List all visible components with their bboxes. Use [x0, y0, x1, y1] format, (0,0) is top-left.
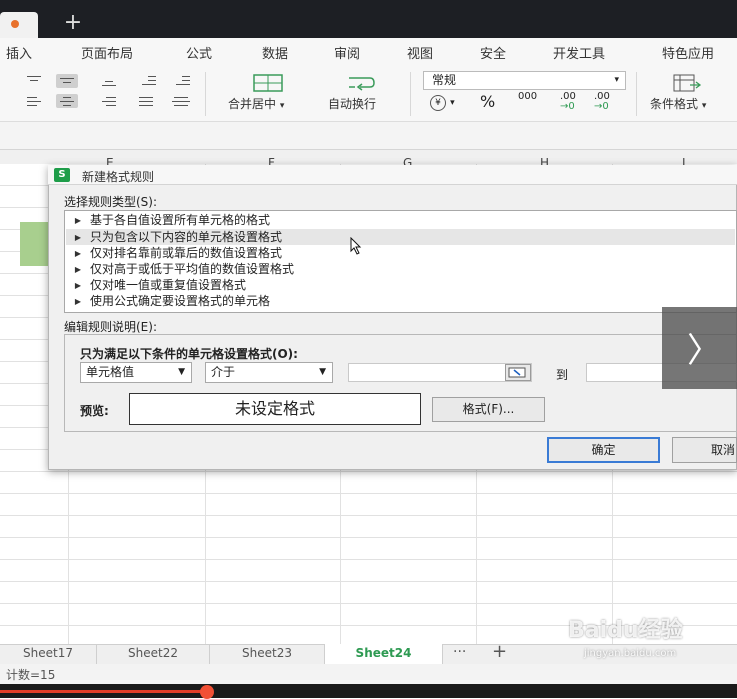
currency-button[interactable]: ¥ ▾ [430, 94, 464, 111]
currency-icon: ¥ [430, 95, 446, 111]
formula-bar[interactable] [0, 122, 737, 150]
bullet-arrow-icon: ▶ [74, 265, 82, 274]
new-tab-button[interactable]: + [60, 12, 86, 36]
video-progress-fill [0, 690, 208, 693]
menu-developer[interactable]: 开发工具 [553, 43, 605, 62]
condition-operator-dropdown[interactable]: 介于 ▼ [205, 362, 333, 383]
wrap-text-icon[interactable] [346, 74, 376, 92]
align-center-icon[interactable] [56, 94, 78, 108]
range-select-icon [508, 367, 526, 378]
status-count: 计数=15 [6, 668, 56, 682]
dropdown-arrow-icon: ▼ [178, 367, 185, 377]
rule-type-item[interactable]: ▶ 仅对唯一值或重复值设置格式 [66, 277, 735, 293]
sheet-tab-active[interactable]: Sheet24 [325, 644, 443, 664]
menu-data[interactable]: 数据 [262, 43, 288, 62]
rule-type-item-selected[interactable]: ▶ 只为包含以下内容的单元格设置格式 [66, 229, 735, 245]
menu-review[interactable]: 审阅 [334, 43, 360, 62]
more-sheets-button[interactable]: ··· [453, 644, 466, 660]
to-label: 到 [556, 368, 569, 382]
number-format-select[interactable]: 常规 ▾ [423, 71, 626, 90]
dropdown-arrow-icon: ▼ [319, 367, 326, 377]
dialog-title: 新建格式规则 [82, 170, 155, 184]
add-sheet-button[interactable]: + [492, 641, 507, 662]
video-progress-handle[interactable] [200, 685, 214, 699]
toolbar-divider [636, 72, 637, 116]
sheet-tab[interactable]: Sheet23 [210, 644, 325, 664]
align-left-icon[interactable] [23, 94, 45, 108]
align-middle-icon[interactable] [56, 74, 78, 88]
condition-field-dropdown[interactable]: 单元格值 ▼ [80, 362, 192, 383]
window-titlebar [0, 0, 737, 38]
bullet-arrow-icon: ▶ [74, 233, 82, 242]
sheet-tab[interactable]: Sheet22 [97, 644, 210, 664]
next-slide-button[interactable]: 〉 [662, 307, 737, 389]
edit-rule-label: 编辑规则说明(E): [64, 320, 157, 334]
bullet-arrow-icon: ▶ [74, 297, 82, 306]
baidu-watermark-logo: Baidu经验 [568, 618, 683, 643]
rule-type-item[interactable]: ▶ 基于各自值设置所有单元格的格式 [66, 212, 735, 228]
menu-view[interactable]: 视图 [407, 43, 433, 62]
wrap-text-button[interactable]: 自动换行 [328, 95, 376, 112]
indent-increase-icon[interactable] [172, 74, 194, 88]
toolbar-divider [410, 72, 411, 116]
format-preview: 未设定格式 [129, 393, 421, 425]
conditional-format-icon[interactable] [672, 74, 702, 92]
merge-center-icon[interactable] [253, 74, 283, 92]
percent-button[interactable]: % [480, 92, 495, 111]
toolbar-divider [205, 72, 206, 116]
mouse-cursor-icon [350, 236, 362, 255]
align-right-icon[interactable] [98, 94, 120, 108]
increase-decimal-button[interactable]: .00 →0 [560, 92, 576, 112]
rule-type-label: 选择规则类型(S): [64, 195, 158, 209]
sheet-tab[interactable]: Sheet17 [0, 644, 97, 664]
thousands-separator-button[interactable]: 000 [518, 92, 537, 102]
bullet-arrow-icon: ▶ [74, 216, 82, 225]
menu-formulas[interactable]: 公式 [186, 43, 212, 62]
baidu-watermark-url: jingyan.baidu.com [584, 648, 677, 659]
rule-type-item[interactable]: ▶ 使用公式确定要设置格式的单元格 [66, 293, 735, 309]
cancel-button[interactable]: 取消 [672, 437, 737, 463]
rule-type-item[interactable]: ▶ 仅对高于或低于平均值的数值设置格式 [66, 261, 735, 277]
bullet-arrow-icon: ▶ [74, 249, 82, 258]
status-bar [0, 664, 737, 684]
ok-button[interactable]: 确定 [547, 437, 660, 463]
preview-label: 预览: [80, 404, 109, 418]
wps-sheet-icon: S [54, 168, 70, 182]
merge-center-button[interactable]: 合并居中 ▾ [228, 95, 284, 112]
menu-page-layout[interactable]: 页面布局 [81, 43, 133, 62]
document-tab-icon [11, 20, 19, 28]
condition-heading: 只为满足以下条件的单元格设置格式(O): [80, 347, 298, 361]
chevron-right-icon: 〉 [687, 331, 721, 371]
range-picker-button[interactable] [505, 364, 531, 381]
bullet-arrow-icon: ▶ [74, 281, 82, 290]
conditional-format-button[interactable]: 条件格式 ▾ [650, 95, 706, 112]
align-bottom-icon[interactable] [98, 74, 120, 88]
justify-icon[interactable] [135, 94, 157, 108]
format-button[interactable]: 格式(F)... [432, 397, 545, 422]
distribute-icon[interactable] [170, 94, 192, 108]
decrease-decimal-button[interactable]: .00 →0 [594, 92, 610, 112]
menu-insert[interactable]: 插入 [6, 43, 32, 62]
menu-special[interactable]: 特色应用 [662, 43, 714, 62]
indent-decrease-icon[interactable] [138, 74, 160, 88]
document-tab[interactable] [0, 12, 38, 38]
menu-security[interactable]: 安全 [480, 43, 506, 62]
align-top-icon[interactable] [23, 74, 45, 88]
rule-type-item[interactable]: ▶ 仅对排名靠前或靠后的数值设置格式 [66, 245, 735, 261]
